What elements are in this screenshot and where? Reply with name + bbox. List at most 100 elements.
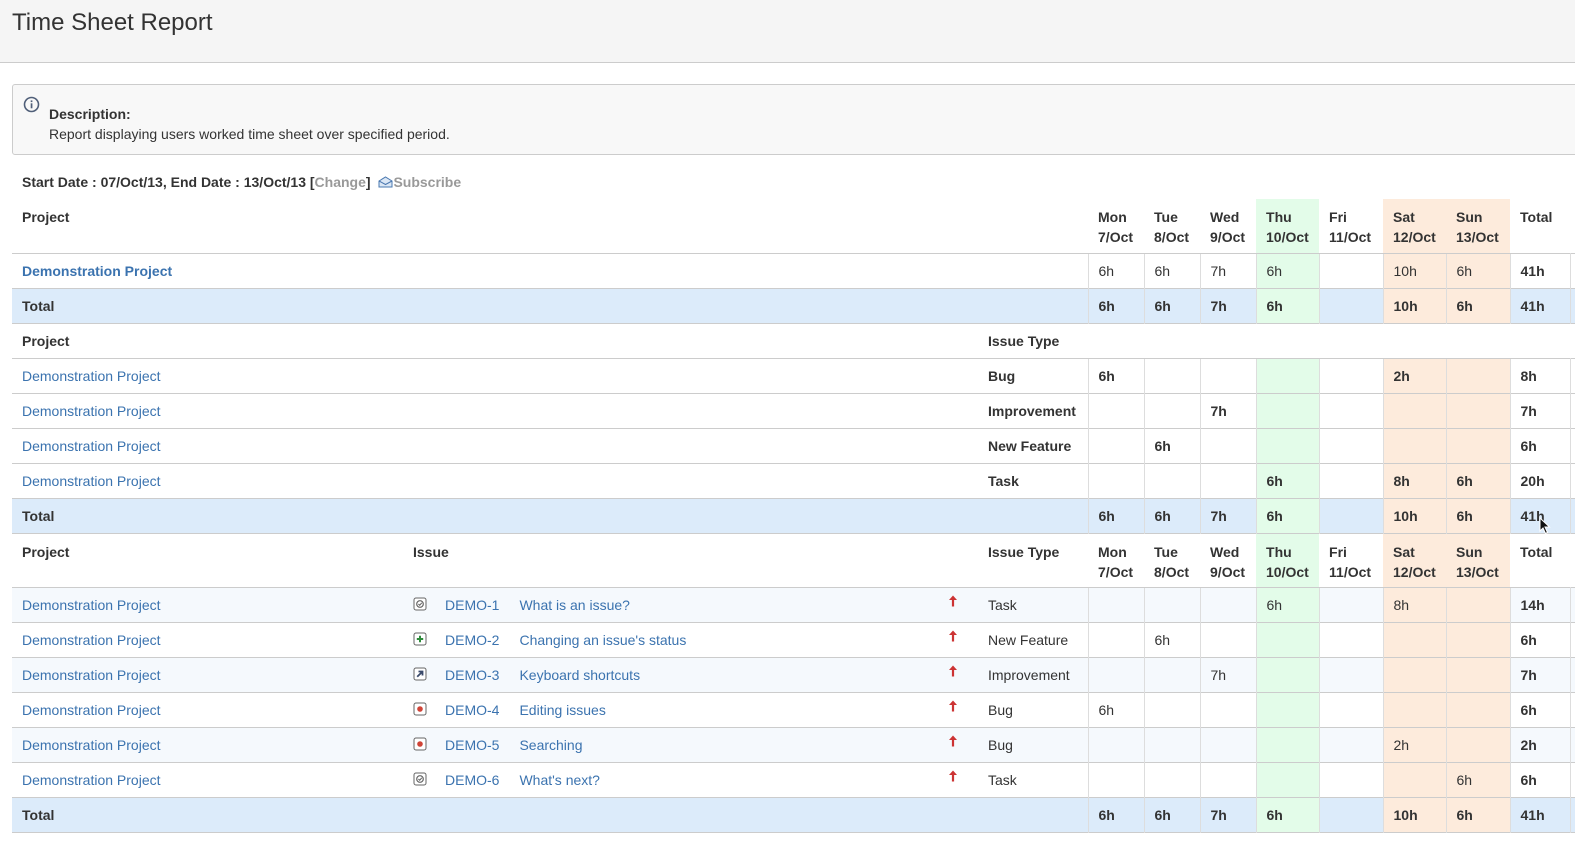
spacer (1570, 199, 1575, 253)
hours-cell (1318, 726, 1384, 762)
day-header-tue: Tue 8/Oct (1144, 199, 1200, 253)
project-cell: Demonstration Project (12, 252, 1089, 288)
hours-cell: 6h (1255, 796, 1320, 832)
issue-cell: DEMO-1 What is an issue? (403, 586, 978, 622)
hours-cell (1255, 621, 1320, 657)
project-link[interactable]: Demonstration Project (22, 632, 161, 648)
hours-cell: 6h (1445, 462, 1511, 498)
issue-cell: DEMO-6 What's next? (403, 761, 978, 797)
hours-cell (1318, 497, 1384, 533)
issue-row: Demonstration Project DEMO-4 Editing issue… (12, 691, 1575, 727)
project-link[interactable]: Demonstration Project (22, 597, 161, 613)
hours-cell (1318, 357, 1384, 393)
project-header: Project (22, 209, 70, 225)
issue-type: Bug (978, 691, 1089, 727)
project-link[interactable]: Demonstration Project (22, 403, 161, 419)
day-name: Tue (1154, 209, 1178, 225)
hours-cell (1318, 287, 1384, 323)
issue-type: Task (978, 761, 1089, 797)
day-header-thu: Thu 10/Oct (1256, 199, 1320, 253)
issue-summary-link[interactable]: What's next? (519, 772, 600, 788)
hours-cell (1199, 761, 1257, 797)
project-cell: Demonstration Project (12, 726, 403, 762)
issue-key-link[interactable]: DEMO-4 (445, 702, 499, 718)
spacer (1570, 761, 1575, 797)
hours-cell (1087, 462, 1145, 498)
project-link[interactable]: Demonstration Project (22, 263, 172, 279)
issue-key-link[interactable]: DEMO-3 (445, 667, 499, 683)
hours-cell (1382, 691, 1447, 727)
issue-type: Improvement (978, 656, 1089, 692)
hours-cell: 6h (1445, 287, 1511, 323)
hours-cell (1382, 656, 1447, 692)
hours-cell (1445, 691, 1511, 727)
priority-major-icon (949, 630, 957, 641)
hours-cell: 6h (1255, 287, 1320, 323)
bug-icon (413, 737, 427, 750)
hours-cell: 6h (1255, 252, 1320, 288)
hours-cell: 6h (1087, 287, 1145, 323)
issue-summary-link[interactable]: What is an issue? (519, 597, 630, 613)
project-link[interactable]: Demonstration Project (22, 473, 161, 489)
project-link[interactable]: Demonstration Project (22, 667, 161, 683)
hours-cell: 6h (1143, 252, 1201, 288)
task-icon (413, 772, 427, 785)
total-row: Total 6h 6h 7h 6h 10h 6h 41h (12, 796, 1575, 832)
hours-cell (1199, 726, 1257, 762)
issue-summary-link[interactable]: Searching (519, 737, 582, 753)
issue-summary-link[interactable]: Editing issues (519, 702, 605, 718)
project-row: Demonstration Project 6h 6h 7h 6h 10h 6h 41h (12, 252, 1575, 288)
total-label: Total (12, 287, 1089, 323)
project-link[interactable]: Demonstration Project (22, 368, 161, 384)
hours-cell: 6h (1143, 796, 1201, 832)
spacer (1570, 252, 1575, 288)
hours-cell (1382, 761, 1447, 797)
hours-cell (1445, 427, 1511, 463)
issue-type: Task (978, 462, 1089, 498)
issue-key-link[interactable]: DEMO-6 (445, 772, 499, 788)
hours-cell: 10h (1382, 796, 1447, 832)
priority-major-icon (949, 770, 957, 781)
project-cell: Demonstration Project (12, 427, 978, 463)
hours-cell (1143, 726, 1201, 762)
issue-summary-link[interactable]: Changing an issue's status (519, 632, 686, 648)
row-total: 41h (1509, 252, 1571, 288)
hours-cell: 6h (1087, 357, 1145, 393)
page-title: Time Sheet Report (12, 9, 213, 36)
issue-summary-link[interactable]: Keyboard shortcuts (519, 667, 640, 683)
issue-row: Demonstration Project DEMO-3 Keyboard shor… (12, 656, 1575, 692)
hours-cell: 6h (1445, 796, 1511, 832)
day-name: Fri (1329, 209, 1347, 225)
project-link[interactable]: Demonstration Project (22, 702, 161, 718)
project-link[interactable]: Demonstration Project (22, 772, 161, 788)
project-header: Project (12, 532, 403, 587)
subscribe-link[interactable]: Subscribe (393, 174, 461, 190)
hours-cell (1382, 621, 1447, 657)
day-date: 13/Oct (1456, 563, 1499, 580)
hours-cell (1199, 427, 1257, 463)
issue-type-row: Demonstration Project Improvement 7h 7h (12, 392, 1575, 428)
hours-cell: 6h (1143, 497, 1201, 533)
issue-row: Demonstration Project DEMO-6 What's next? T… (12, 761, 1575, 797)
project-link[interactable]: Demonstration Project (22, 737, 161, 753)
hours-cell (1143, 586, 1201, 622)
hours-cell (1318, 621, 1384, 657)
day-header-fri: Fri 11/Oct (1319, 532, 1384, 587)
subscribe-envelope-icon[interactable] (378, 176, 393, 188)
issue-key-link[interactable]: DEMO-2 (445, 632, 499, 648)
hours-cell (1087, 586, 1145, 622)
change-dates-link[interactable]: Change (315, 174, 366, 190)
day-header-wed: Wed 9/Oct (1200, 532, 1257, 587)
date-range-text: Start Date : 07/Oct/13, End Date : 13/Oc… (22, 174, 315, 190)
row-total: 6h (1509, 691, 1571, 727)
priority-major-icon (949, 595, 957, 606)
row-total: 41h (1509, 796, 1571, 832)
hours-cell: 6h (1445, 252, 1511, 288)
day-name: Thu (1266, 209, 1292, 225)
issue-key-link[interactable]: DEMO-1 (445, 597, 499, 613)
hours-cell: 7h (1199, 796, 1257, 832)
project-link[interactable]: Demonstration Project (22, 438, 161, 454)
day-header-fri: Fri 11/Oct (1319, 199, 1383, 253)
issue-key-link[interactable]: DEMO-5 (445, 737, 499, 753)
issue-cell: DEMO-4 Editing issues (403, 691, 978, 727)
